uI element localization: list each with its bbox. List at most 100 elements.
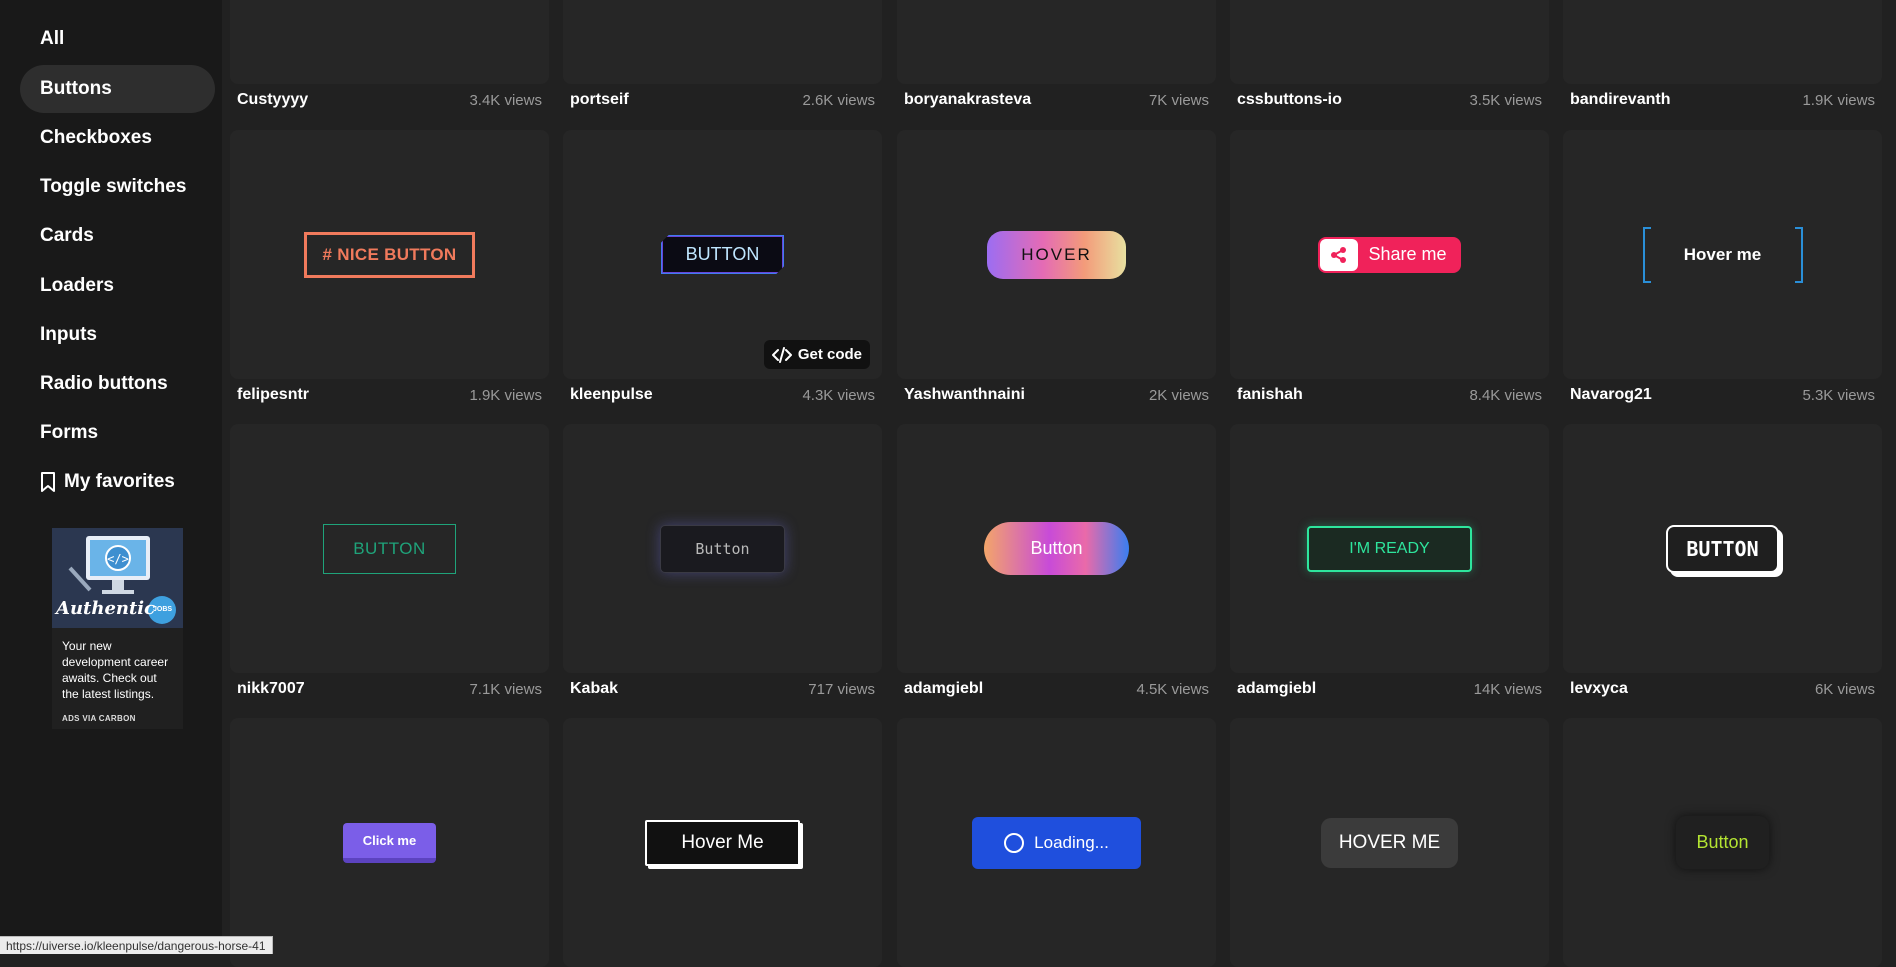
lime-button-demo[interactable]: Button <box>1676 816 1769 869</box>
author-name[interactable]: Yashwanthnaini <box>904 386 1025 404</box>
component-card[interactable]: I'M READY <box>1230 424 1549 673</box>
card-meta: portseif 2.6K views <box>563 90 882 110</box>
sidebar-item-label: Buttons <box>40 78 112 99</box>
gradient-hover-button-demo[interactable]: HOVER <box>987 230 1126 279</box>
sidebar-item-checkboxes[interactable]: Checkboxes <box>20 114 215 162</box>
view-count: 5.3K views <box>1802 386 1875 404</box>
sidebar-item-inputs[interactable]: Inputs <box>20 311 215 359</box>
card-meta: nikk7007 7.1K views <box>230 679 549 699</box>
component-card[interactable]: Share me <box>1230 130 1549 379</box>
author-name[interactable]: felipesntr <box>237 386 309 404</box>
component-card[interactable] <box>563 0 882 84</box>
card-meta: Yashwanthnaini 2K views <box>897 385 1216 405</box>
carbon-ad[interactable]: </> Authentic JOBS Your new development … <box>52 528 183 729</box>
card-meta: levxyca 6K views <box>1563 679 1882 699</box>
ad-badge: JOBS <box>153 606 173 613</box>
card-meta: felipesntr 1.9K views <box>230 385 549 405</box>
component-card[interactable]: Button <box>897 424 1216 673</box>
author-name[interactable]: kleenpulse <box>570 386 653 404</box>
sidebar-item-toggle-switches[interactable]: Toggle switches <box>20 163 215 211</box>
card-meta: adamgiebl 14K views <box>1230 679 1549 699</box>
view-count: 4.3K views <box>802 386 875 404</box>
sidebar-item-label: Inputs <box>40 324 97 345</box>
author-name[interactable]: Navarog21 <box>1570 386 1652 404</box>
card-meta: fanishah 8.4K views <box>1230 385 1549 405</box>
sidebar-item-label: Toggle switches <box>40 176 187 197</box>
glow-button-demo[interactable]: Button <box>660 524 785 573</box>
sidebar-item-cards[interactable]: Cards <box>20 212 215 260</box>
hover-me-caps-button-demo[interactable]: HOVER ME <box>1320 817 1459 868</box>
author-name[interactable]: levxyca <box>1570 680 1628 698</box>
card-meta: Navarog21 5.3K views <box>1563 385 1882 405</box>
ready-button-demo[interactable]: I'M READY <box>1307 525 1472 572</box>
component-card[interactable]: HOVER ME <box>1230 718 1549 967</box>
shadow-button-demo[interactable]: BUTTON <box>1666 524 1779 573</box>
status-bar-url: https://uiverse.io/kleenpulse/dangerous-… <box>0 936 273 954</box>
view-count: 717 views <box>808 680 875 698</box>
author-name[interactable]: adamgiebl <box>904 680 983 698</box>
sidebar-item-radio-buttons[interactable]: Radio buttons <box>20 360 215 408</box>
component-card[interactable]: HOVER <box>897 130 1216 379</box>
sidebar-item-buttons[interactable]: Buttons <box>20 65 215 113</box>
view-count: 4.5K views <box>1136 680 1209 698</box>
component-card[interactable]: Hover me <box>1563 130 1882 379</box>
view-count: 7K views <box>1148 91 1209 109</box>
component-card[interactable]: Hover Me <box>563 718 882 967</box>
outline-button-demo[interactable]: BUTTON <box>323 523 456 574</box>
view-count: 8.4K views <box>1469 386 1542 404</box>
component-card[interactable] <box>1563 0 1882 84</box>
share-button-demo[interactable]: Share me <box>1318 236 1461 273</box>
card-meta: bandirevanth 1.9K views <box>1563 90 1882 110</box>
author-name[interactable]: nikk7007 <box>237 680 305 698</box>
click-me-button-demo[interactable]: Click me <box>342 822 437 863</box>
card-meta: boryanakrasteva 7K views <box>897 90 1216 110</box>
view-count: 2K views <box>1148 386 1209 404</box>
author-name[interactable]: adamgiebl <box>1237 680 1316 698</box>
component-card[interactable] <box>897 0 1216 84</box>
bookmark-icon <box>41 472 55 492</box>
author-name[interactable]: fanishah <box>1237 386 1303 404</box>
view-count: 2.6K views <box>802 91 875 109</box>
spinner-icon <box>1004 832 1025 853</box>
card-meta: Custyyyy 3.4K views <box>230 90 549 110</box>
bracket-hover-button-demo[interactable]: Hover me <box>1642 226 1803 283</box>
card-meta: cssbuttons-io 3.5K views <box>1230 90 1549 110</box>
ad-image: </> Authentic JOBS <box>52 528 183 628</box>
code-icon <box>771 346 792 363</box>
loading-label: Loading... <box>1034 832 1109 852</box>
author-name[interactable]: cssbuttons-io <box>1237 91 1342 109</box>
component-card[interactable]: Loading... <box>897 718 1216 967</box>
hover-me-button-demo[interactable]: Hover Me <box>645 819 800 866</box>
author-name[interactable]: Custyyyy <box>237 91 308 109</box>
ad-text: Your new development career awaits. Chec… <box>62 639 169 701</box>
component-card[interactable] <box>230 0 549 84</box>
get-code-button[interactable]: Get code <box>763 340 870 369</box>
gradient-pill-button-demo[interactable]: Button <box>984 522 1129 575</box>
loading-button-demo[interactable]: Loading... <box>972 816 1141 869</box>
component-card[interactable]: BUTTON <box>1563 424 1882 673</box>
component-card[interactable]: Click me <box>230 718 549 967</box>
sidebar-item-label: Loaders <box>40 275 114 296</box>
component-card[interactable]: Button <box>1563 718 1882 967</box>
component-card[interactable]: BUTTON <box>230 424 549 673</box>
sidebar-item-my-favorites[interactable]: My favorites <box>20 458 215 506</box>
view-count: 1.9K views <box>469 386 542 404</box>
sidebar-item-loaders[interactable]: Loaders <box>20 262 215 310</box>
component-card[interactable] <box>1230 0 1549 84</box>
ad-via-carbon[interactable]: ADS VIA CARBON <box>62 714 136 723</box>
author-name[interactable]: portseif <box>570 91 629 109</box>
component-card[interactable]: Button <box>563 424 882 673</box>
card-meta: Kabak 717 views <box>563 679 882 699</box>
sidebar-item-all[interactable]: All <box>20 15 215 63</box>
nice-button-demo[interactable]: # NICE BUTTON <box>303 231 476 278</box>
sidebar-item-forms[interactable]: Forms <box>20 409 215 457</box>
sidebar-item-label: Forms <box>40 422 99 443</box>
sidebar-item-label: All <box>40 28 65 49</box>
component-card[interactable]: # NICE BUTTON <box>230 130 549 379</box>
component-card[interactable]: BUTTON Get code <box>563 130 882 379</box>
sidebar: All Buttons Checkboxes Toggle switches C… <box>0 0 222 954</box>
author-name[interactable]: bandirevanth <box>1570 91 1670 109</box>
author-name[interactable]: Kabak <box>570 680 618 698</box>
author-name[interactable]: boryanakrasteva <box>904 91 1031 109</box>
cyber-button-demo[interactable]: BUTTON <box>661 235 785 274</box>
